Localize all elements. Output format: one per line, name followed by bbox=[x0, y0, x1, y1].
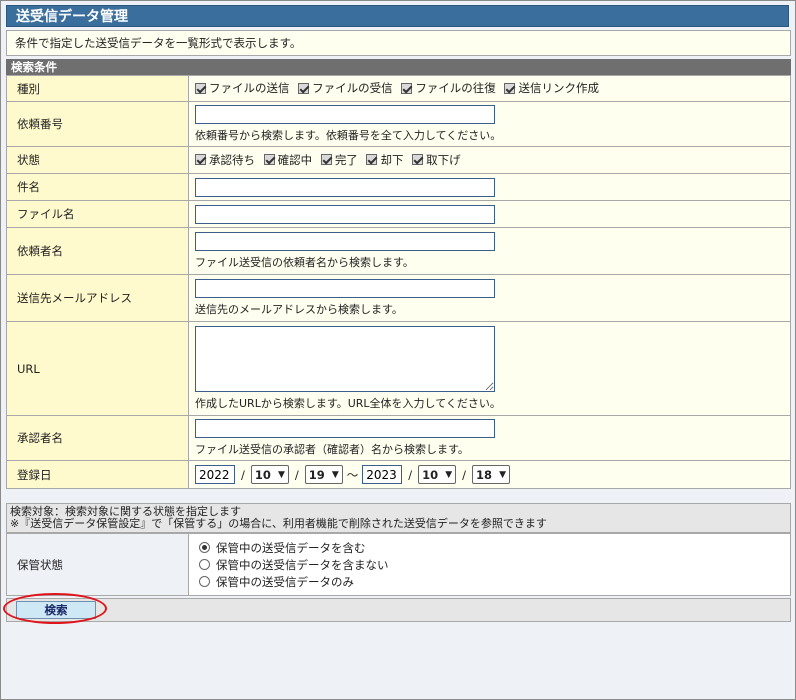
checkbox-label: 却下 bbox=[380, 152, 404, 167]
window-frame: 送受信データ管理 条件で指定した送受信データを一覧形式で表示します。 検索条件 … bbox=[0, 0, 796, 700]
requester-input[interactable] bbox=[195, 232, 495, 251]
select-value: 10 bbox=[254, 467, 271, 482]
select-value: 19 bbox=[308, 467, 325, 482]
recipient-email-input[interactable] bbox=[195, 279, 495, 298]
type-label: 種別 bbox=[6, 75, 189, 102]
status-label: 状態 bbox=[6, 146, 189, 174]
checkbox-send-link[interactable]: 送信リンク作成 bbox=[504, 80, 599, 96]
date-separator: / bbox=[241, 467, 245, 482]
filename-label: ファイル名 bbox=[6, 200, 189, 228]
checkbox-checked-icon[interactable] bbox=[320, 154, 332, 166]
storage-status-table: 保管状態 保管中の送受信データを含む 保管中の送受信データを含まない 保管中の送… bbox=[6, 533, 791, 596]
date-separator: / bbox=[294, 467, 299, 482]
url-label: URL bbox=[6, 321, 189, 416]
checkbox-checked-icon[interactable] bbox=[195, 82, 206, 94]
search-conditions-table: 種別 ファイルの送信 ファイルの受信 ファイルの往復 送信リンク作成 依頼番号 … bbox=[6, 75, 791, 489]
checkbox-withdrawn[interactable]: 取下げ bbox=[412, 152, 461, 168]
subject-label: 件名 bbox=[6, 173, 189, 201]
from-day-select[interactable]: 19 ▼ bbox=[304, 465, 343, 484]
checkbox-complete[interactable]: 完了 bbox=[320, 152, 358, 168]
radio-exclude-stored[interactable]: 保管中の送受信データを含まない bbox=[199, 556, 789, 573]
request-no-hint: 依頼番号から検索します。依頼番号を全て入力してください。 bbox=[195, 129, 502, 142]
chevron-down-icon: ▼ bbox=[277, 469, 285, 480]
to-month-select[interactable]: 10 ▼ bbox=[418, 465, 457, 484]
storage-status-options: 保管中の送受信データを含む 保管中の送受信データを含まない 保管中の送受信データ… bbox=[188, 533, 791, 596]
url-hint: 作成したURLから検索します。URL全体を入力してください。 bbox=[195, 397, 501, 410]
select-value: 18 bbox=[476, 467, 493, 482]
note-line-2: ※『送受信データ保管設定』で「保管する」の場合に、利用者機能で削除された送受信デ… bbox=[10, 517, 547, 530]
checkbox-receive[interactable]: ファイルの受信 bbox=[298, 80, 393, 96]
chevron-down-icon: ▼ bbox=[445, 469, 453, 480]
radio-selected-icon[interactable] bbox=[199, 542, 210, 553]
date-range: / 10 ▼ / 19 ▼ ～ / 10 ▼ / 18 ▼ bbox=[195, 465, 790, 484]
url-textarea[interactable] bbox=[195, 326, 495, 392]
checkbox-checked-icon[interactable] bbox=[263, 154, 275, 166]
approver-hint: ファイル送受信の承認者（確認者）名から検索します。 bbox=[195, 443, 469, 456]
storage-status-label: 保管状態 bbox=[6, 533, 189, 596]
from-year-input[interactable] bbox=[195, 465, 235, 484]
checkbox-label: ファイルの往復 bbox=[415, 81, 496, 96]
search-target-note: 検索対象：検索対象に関する状態を指定します ※『送受信データ保管設定』で「保管す… bbox=[6, 503, 791, 533]
registered-date-label: 登録日 bbox=[6, 460, 189, 489]
page-description: 条件で指定した送受信データを一覧形式で表示します。 bbox=[6, 30, 791, 56]
radio-label: 保管中の送受信データを含まない bbox=[216, 557, 389, 572]
checkbox-label: 完了 bbox=[334, 152, 358, 167]
checkbox-label: 取下げ bbox=[426, 152, 461, 167]
subject-input[interactable] bbox=[195, 177, 495, 197]
select-value: 10 bbox=[422, 467, 439, 482]
checkbox-pending-approval[interactable]: 承認待ち bbox=[195, 152, 255, 168]
checkbox-label: ファイルの受信 bbox=[312, 81, 393, 96]
filename-input[interactable] bbox=[195, 204, 495, 224]
radio-label: 保管中の送受信データを含む bbox=[216, 540, 366, 555]
recipient-email-label: 送信先メールアドレス bbox=[6, 274, 189, 322]
checkbox-checked-icon[interactable] bbox=[401, 82, 413, 94]
date-separator: / bbox=[462, 467, 466, 482]
radio-unselected-icon[interactable] bbox=[199, 576, 210, 587]
button-bar: 検索 bbox=[6, 598, 791, 622]
checkbox-roundtrip[interactable]: ファイルの往復 bbox=[401, 80, 496, 96]
page-title: 送受信データ管理 bbox=[6, 5, 789, 27]
request-no-input[interactable] bbox=[195, 105, 495, 124]
highlight-circle bbox=[3, 593, 107, 624]
radio-only-stored[interactable]: 保管中の送受信データのみ bbox=[199, 573, 789, 590]
checkbox-checked-icon[interactable] bbox=[412, 154, 424, 166]
checkbox-label: 送信リンク作成 bbox=[518, 81, 599, 96]
to-year-input[interactable] bbox=[362, 465, 403, 484]
checkbox-checked-icon[interactable] bbox=[195, 154, 206, 166]
date-separator: / bbox=[408, 467, 413, 482]
checkbox-checked-icon[interactable] bbox=[298, 82, 310, 94]
checkbox-label: 確認中 bbox=[277, 152, 313, 167]
checkbox-confirming[interactable]: 確認中 bbox=[263, 152, 313, 168]
search-conditions-header: 検索条件 bbox=[6, 59, 791, 75]
requester-hint: ファイル送受信の依頼者名から検索します。 bbox=[195, 256, 414, 269]
from-month-select[interactable]: 10 ▼ bbox=[250, 465, 289, 484]
checkbox-checked-icon[interactable] bbox=[366, 154, 378, 166]
checkbox-label: ファイルの送信 bbox=[209, 81, 290, 96]
type-options: ファイルの送信 ファイルの受信 ファイルの往復 送信リンク作成 bbox=[188, 75, 791, 102]
range-tilde: ～ bbox=[346, 467, 359, 482]
status-options: 承認待ち 確認中 完了 却下 取下げ bbox=[188, 146, 791, 174]
radio-unselected-icon[interactable] bbox=[199, 559, 210, 570]
checkbox-rejected[interactable]: 却下 bbox=[366, 152, 403, 168]
request-no-label: 依頼番号 bbox=[6, 101, 189, 147]
checkbox-checked-icon[interactable] bbox=[504, 82, 516, 94]
approver-label: 承認者名 bbox=[6, 415, 189, 461]
radio-label: 保管中の送受信データのみ bbox=[216, 574, 354, 589]
recipient-email-hint: 送信先のメールアドレスから検索します。 bbox=[195, 303, 403, 316]
to-day-select[interactable]: 18 ▼ bbox=[472, 465, 510, 484]
checkbox-label: 承認待ち bbox=[209, 152, 255, 167]
approver-input[interactable] bbox=[195, 419, 495, 438]
radio-include-stored[interactable]: 保管中の送受信データを含む bbox=[199, 539, 789, 556]
checkbox-send[interactable]: ファイルの送信 bbox=[195, 80, 290, 96]
requester-label: 依頼者名 bbox=[6, 227, 189, 275]
chevron-down-icon: ▼ bbox=[499, 469, 506, 480]
chevron-down-icon: ▼ bbox=[331, 469, 339, 480]
